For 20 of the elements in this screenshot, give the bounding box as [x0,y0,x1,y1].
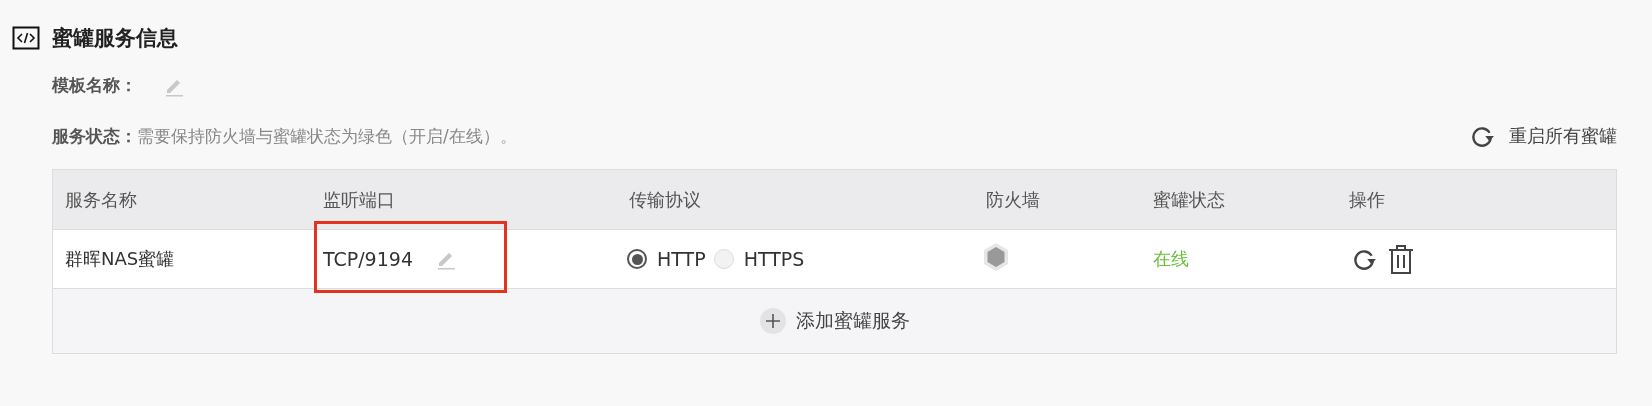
table-cell-text: 群晖NAS蜜罐 [64,247,176,271]
radio-option[interactable]: HTTP [627,248,706,270]
restart-all-button[interactable]: 重启所有蜜罐 [1469,123,1617,149]
status-text: 在线 [1152,247,1190,271]
radio-option[interactable]: HTTPS [713,248,805,270]
column-header: 操作 [1348,187,1386,212]
status-hint: 需要保持防火墙与蜜罐状态为绿色（开启/在线）。 [137,124,517,148]
column-header: 防火墙 [985,187,1041,212]
column-header: 传输协议 [628,187,702,212]
plus-icon [759,308,786,334]
table-cell: TCP/9194 [323,248,413,270]
column-header: 监听端口 [322,187,396,212]
add-service-button[interactable]: 添加蜜罐服务 [759,308,910,334]
column-header: 蜜罐状态 [1152,187,1226,212]
column-header: 服务名称 [64,187,138,212]
template-label: 模板名称： [52,74,137,97]
status-label: 服务状态： [52,124,137,148]
section-title: 蜜罐服务信息 [52,25,178,52]
trash-icon[interactable] [1387,243,1415,275]
code-icon [12,26,40,50]
